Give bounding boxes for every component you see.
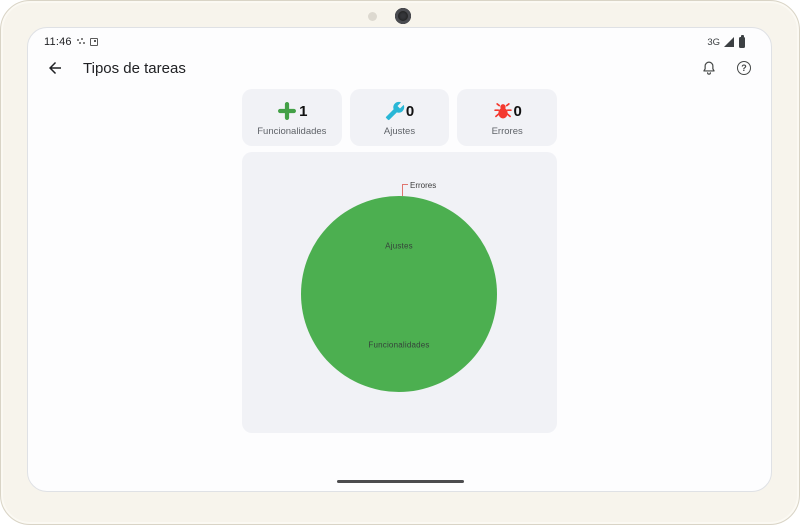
errores-leader-line [402, 184, 408, 196]
light-sensor-dot [368, 12, 377, 21]
notification-dots-icon [77, 38, 85, 46]
screen: 11:46 3G Tipos de tareas ? [27, 27, 772, 492]
stat-label: Ajustes [384, 126, 415, 137]
back-arrow-icon [46, 59, 64, 77]
stat-card-funcionalidades[interactable]: 1 Funcionalidades [242, 89, 342, 146]
bug-icon [493, 101, 513, 121]
front-camera [395, 8, 411, 24]
status-right: 3G [707, 37, 745, 48]
notifications-button[interactable] [700, 59, 718, 77]
stat-value: 1 [299, 103, 307, 120]
network-type-label: 3G [707, 37, 720, 48]
status-left: 11:46 [44, 36, 98, 48]
status-bar: 11:46 3G [28, 28, 771, 48]
bell-icon [701, 60, 717, 76]
main-content: 1 Funcionalidades 0 Ajustes [242, 89, 557, 433]
stat-label: Funcionalidades [257, 126, 326, 137]
status-clock: 11:46 [44, 36, 72, 48]
help-icon: ? [741, 63, 747, 73]
tablet-device: 11:46 3G Tipos de tareas ? [0, 0, 800, 525]
stat-cards-row: 1 Funcionalidades 0 Ajustes [242, 89, 557, 146]
pie-label-errores: Errores [410, 181, 436, 190]
wrench-icon [385, 101, 405, 121]
stat-card-errores[interactable]: 0 Errores [457, 89, 557, 146]
battery-icon [739, 37, 745, 48]
stat-value: 0 [514, 103, 522, 120]
task-types-pie-chart: Errores Ajustes Funcionalidades [242, 152, 557, 433]
app-bar-actions: ? [700, 59, 751, 77]
plus-icon [276, 100, 298, 122]
pie-label-ajustes: Ajustes [385, 242, 413, 251]
stat-card-ajustes[interactable]: 0 Ajustes [350, 89, 450, 146]
stat-label: Errores [492, 126, 523, 137]
signal-icon [724, 37, 734, 47]
pie-label-funcionalidades: Funcionalidades [368, 341, 429, 350]
page-title: Tipos de tareas [83, 60, 186, 77]
pie-slice-funcionalidades[interactable] [301, 196, 497, 392]
help-button[interactable]: ? [737, 61, 751, 75]
gesture-navigation-handle[interactable] [337, 480, 464, 484]
app-bar: Tipos de tareas ? [28, 48, 771, 85]
back-button[interactable] [44, 57, 66, 79]
screenshot-icon [90, 38, 98, 46]
stat-value: 0 [406, 103, 414, 120]
